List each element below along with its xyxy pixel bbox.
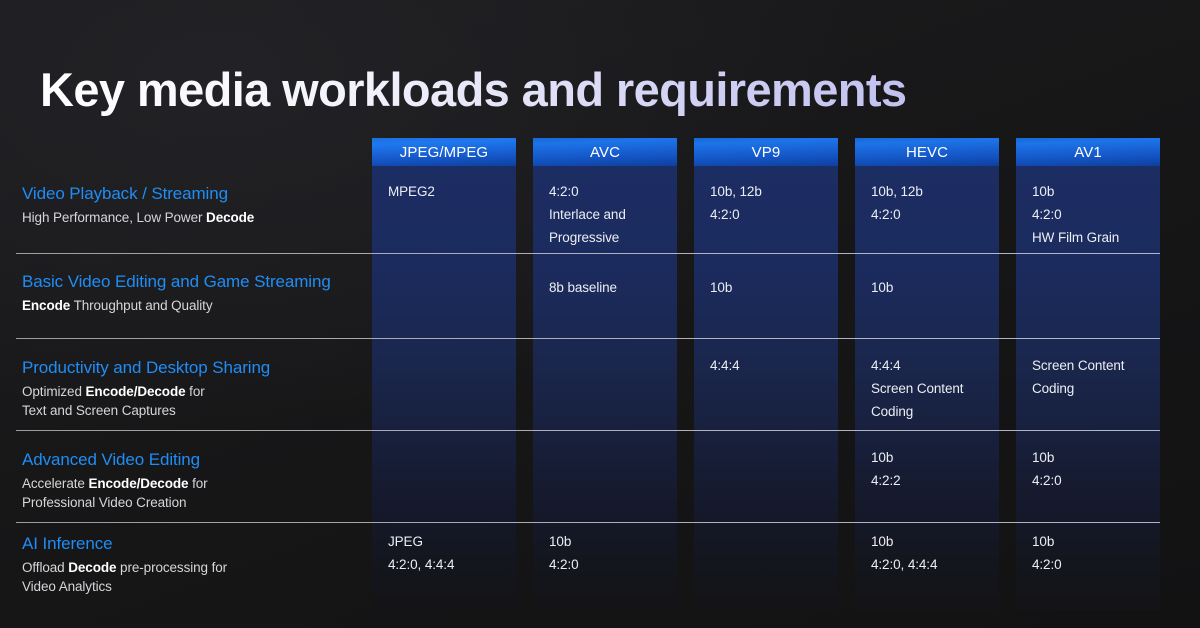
row-subtitle-emphasis: Decode	[68, 560, 117, 576]
row-label-productivity-desktop-sharing: Productivity and Desktop Sharing Optimize…	[22, 358, 372, 421]
row-separator	[16, 430, 1160, 431]
cell-advanced-video-editing-hevc: 10b 4:2:2	[871, 450, 901, 489]
row-title: AI Inference	[22, 534, 113, 553]
row-subtitle: Offload Decode pre-processing for Video A…	[22, 560, 228, 595]
workload-requirements-table: Video Playback / Streaming High Performan…	[0, 0, 1200, 628]
row-subtitle-emphasis: Encode/Decode	[85, 384, 186, 400]
row-title: Advanced Video Editing	[22, 450, 201, 469]
row-separator	[16, 338, 1160, 339]
cell-productivity-desktop-sharing-hevc: 4:4:4 Screen Content Coding	[871, 358, 964, 420]
row-subtitle-emphasis: Encode/Decode	[88, 476, 189, 492]
row-label-advanced-video-editing: Advanced Video Editing Accelerate Encode/…	[22, 450, 372, 513]
cell-ai-inference-av1: 10b 4:2:0	[1032, 534, 1062, 573]
row-subtitle: Accelerate Encode/Decode for Professional…	[22, 476, 208, 511]
row-label-video-playback-streaming: Video Playback / Streaming High Performan…	[22, 184, 372, 228]
row-label-ai-inference: AI Inference Offload Decode pre-processin…	[22, 534, 372, 597]
slide-canvas: Key media workloads and requirements JPE…	[0, 0, 1200, 628]
row-subtitle-emphasis: Decode	[206, 210, 255, 226]
row-title: Video Playback / Streaming	[22, 184, 228, 203]
cell-productivity-desktop-sharing-vp9: 4:4:4	[710, 358, 740, 373]
row-label-basic-video-editing-game-streaming: Basic Video Editing and Game Streaming En…	[22, 272, 372, 316]
cell-video-playback-streaming-jpeg-mpeg: MPEG2	[388, 184, 435, 199]
row-title: Basic Video Editing and Game Streaming	[22, 272, 331, 291]
row-separator	[16, 522, 1160, 523]
cell-ai-inference-hevc: 10b 4:2:0, 4:4:4	[871, 534, 938, 573]
cell-video-playback-streaming-av1: 10b 4:2:0 HW Film Grain	[1032, 184, 1120, 246]
cell-video-playback-streaming-hevc: 10b, 12b 4:2:0	[871, 184, 923, 223]
cell-basic-video-editing-game-streaming-vp9: 10b	[710, 280, 733, 295]
cell-productivity-desktop-sharing-av1: Screen Content Coding	[1032, 358, 1125, 397]
cell-advanced-video-editing-av1: 10b 4:2:0	[1032, 450, 1062, 489]
row-separator	[16, 253, 1160, 254]
row-subtitle-emphasis: Encode	[22, 298, 71, 314]
row-subtitle: Optimized Encode/Decode for Text and Scre…	[22, 384, 205, 419]
row-title: Productivity and Desktop Sharing	[22, 358, 271, 377]
row-subtitle: High Performance, Low Power Decode	[22, 210, 255, 226]
row-subtitle: Encode Throughput and Quality	[22, 298, 213, 314]
cell-basic-video-editing-game-streaming-avc: 8b baseline	[549, 280, 617, 295]
cell-ai-inference-jpeg-mpeg: JPEG 4:2:0, 4:4:4	[388, 534, 455, 573]
cell-video-playback-streaming-vp9: 10b, 12b 4:2:0	[710, 184, 762, 223]
cell-video-playback-streaming-avc: 4:2:0 Interlace and Progressive	[549, 184, 626, 246]
cell-ai-inference-avc: 10b 4:2:0	[549, 534, 579, 573]
cell-basic-video-editing-game-streaming-hevc: 10b	[871, 280, 894, 295]
